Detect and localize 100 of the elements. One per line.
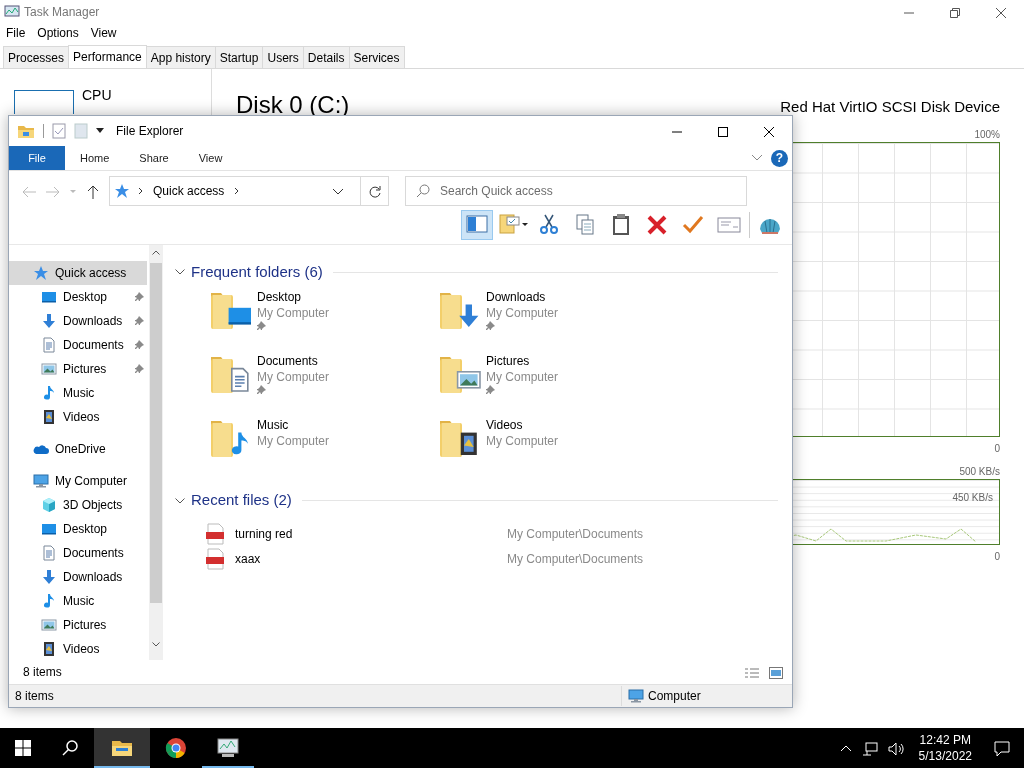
- chevron-right-icon: [234, 186, 240, 195]
- file-menu-button[interactable]: File: [9, 146, 65, 170]
- tab[interactable]: Details: [302, 46, 350, 68]
- dropdown-icon[interactable]: [332, 187, 344, 196]
- task-manager-icon: [216, 736, 240, 760]
- nav-item[interactable]: Videos: [9, 636, 147, 661]
- large-icons-view-icon: [769, 666, 783, 679]
- film-icon: [41, 408, 57, 425]
- caret-icon[interactable]: [96, 128, 104, 134]
- back-arrow-icon: [22, 185, 36, 198]
- nav-item[interactable]: Pictures: [9, 612, 147, 637]
- folder-location: My Computer: [257, 433, 330, 450]
- up-arrow-icon: [87, 184, 99, 199]
- document-icon: [41, 336, 57, 353]
- axis-label: 100%: [974, 127, 1000, 142]
- nav-item[interactable]: Desktop: [9, 284, 147, 309]
- ribbon-tab[interactable]: View: [183, 146, 238, 170]
- nav-item[interactable]: Downloads: [9, 308, 147, 333]
- chevron-down-icon: [152, 641, 160, 647]
- folder-name[interactable]: Videos: [486, 417, 523, 434]
- music-note-icon: [41, 592, 57, 609]
- folder-location: My Computer: [257, 369, 330, 386]
- folder-name[interactable]: Desktop: [257, 289, 302, 306]
- file-name[interactable]: xaax: [225, 550, 507, 569]
- nav-item[interactable]: Desktop: [9, 516, 147, 541]
- nav-item[interactable]: Pictures: [9, 356, 147, 381]
- chevron-right-icon: [138, 186, 143, 195]
- chevron-down-icon: [175, 497, 185, 504]
- axis-label: 0: [994, 441, 1000, 456]
- nav-item[interactable]: Documents: [9, 540, 147, 565]
- picture-icon: [41, 616, 57, 633]
- search-icon: [416, 183, 430, 198]
- caret-icon: [70, 189, 76, 194]
- chevron-down-icon[interactable]: [751, 154, 763, 162]
- sidebar-item[interactable]: CPU: [82, 87, 112, 103]
- pdf-file-icon: [205, 523, 225, 546]
- menu-item[interactable]: Options: [31, 24, 85, 42]
- chevron-down-icon: [175, 269, 185, 276]
- forward-arrow-icon: [46, 185, 60, 198]
- properties-icon[interactable]: [52, 123, 66, 139]
- nav-item[interactable]: My Computer: [9, 468, 147, 493]
- menu-item[interactable]: File: [0, 24, 32, 42]
- menu-item[interactable]: View: [84, 24, 123, 42]
- maximize-icon: [718, 126, 728, 137]
- tab[interactable]: App history: [145, 46, 216, 68]
- tab[interactable]: Processes: [3, 46, 70, 68]
- device-name: Red Hat VirtIO SCSI Disk Device: [779, 97, 1000, 117]
- folder-name[interactable]: Documents: [257, 353, 318, 370]
- help-button[interactable]: ?: [771, 149, 788, 167]
- scrollbar[interactable]: [149, 244, 163, 661]
- folder-name[interactable]: Music: [257, 417, 289, 434]
- taskbar-app-button[interactable]: [94, 728, 150, 768]
- status-location: Computer: [648, 688, 701, 705]
- section-header[interactable]: Frequent folders (6): [175, 260, 323, 284]
- window-title: File Explorer: [116, 123, 184, 140]
- cpu-thumbnail[interactable]: [14, 90, 74, 114]
- ribbon-tab[interactable]: Home: [65, 146, 125, 170]
- folder-name[interactable]: Downloads: [486, 289, 546, 306]
- picture-icon: [41, 360, 57, 377]
- details-view-icon: [745, 666, 759, 679]
- tab[interactable]: Startup: [214, 46, 264, 68]
- search-icon: [62, 740, 78, 756]
- breadcrumb[interactable]: Quick access: [151, 181, 227, 200]
- refresh-icon: [367, 184, 382, 199]
- computer-icon: [628, 688, 644, 704]
- axis-label: 450 KB/s: [952, 490, 993, 505]
- folder-location: My Computer: [486, 369, 559, 386]
- search-input[interactable]: Search Quick access: [438, 180, 738, 201]
- nav-item[interactable]: Downloads: [9, 564, 147, 589]
- chevron-up-icon: [152, 250, 160, 256]
- folder-icon: [17, 123, 35, 139]
- nav-item[interactable]: 3D Objects: [9, 492, 147, 517]
- task-manager-icon: [4, 5, 20, 19]
- scroll-thumb[interactable]: [150, 262, 162, 603]
- notification-icon: [994, 740, 1010, 757]
- folder-name[interactable]: Pictures: [486, 353, 530, 370]
- nav-item[interactable]: Documents: [9, 332, 147, 357]
- restore-icon: [950, 7, 960, 18]
- search-field[interactable]: Search Quick access: [405, 175, 747, 206]
- section-header[interactable]: Recent files (2): [175, 489, 292, 512]
- nav-item[interactable]: Music: [9, 380, 147, 405]
- ribbon-tab[interactable]: Share: [124, 146, 184, 170]
- nav-item[interactable]: Music: [9, 588, 147, 613]
- axis-label: 500 KB/s: [959, 464, 1000, 479]
- axis-label: 0: [994, 549, 1000, 564]
- computer-icon: [33, 472, 49, 489]
- toolbar-button[interactable]: [461, 210, 493, 241]
- clock[interactable]: 12:42 PM 5/13/2022: [910, 732, 980, 764]
- nav-item[interactable]: OneDrive: [9, 436, 147, 461]
- nav-item[interactable]: Quick access: [9, 260, 147, 285]
- tab[interactable]: Services: [348, 46, 405, 68]
- folder-location: My Computer: [486, 433, 559, 450]
- address-bar[interactable]: Quick access: [109, 175, 389, 206]
- star-icon: [33, 264, 49, 281]
- tab[interactable]: Users: [262, 46, 304, 68]
- nav-item[interactable]: Videos: [9, 404, 147, 429]
- close-icon: [996, 7, 1006, 18]
- speaker-icon: [887, 741, 906, 756]
- file-name[interactable]: turning red: [225, 525, 507, 544]
- folder-location: My Computer: [486, 305, 559, 322]
